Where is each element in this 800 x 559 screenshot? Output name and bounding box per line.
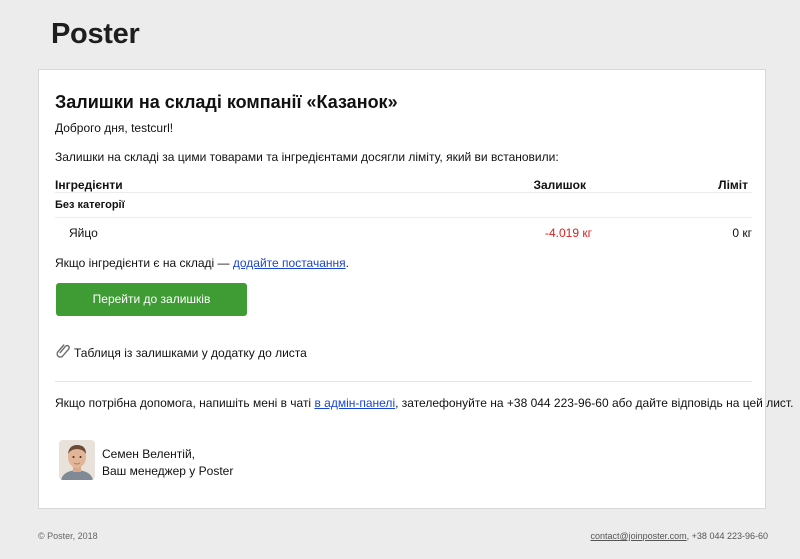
category-row: Без категорії <box>55 193 752 218</box>
email-card: Залишки на складі компанії «Казанок» Доб… <box>38 69 793 509</box>
manager-avatar <box>59 440 95 480</box>
contact-phone: , +38 044 223-96-60 <box>686 531 768 541</box>
stock-table: Інгредієнти Залишок Ліміт Без категорії … <box>55 174 752 244</box>
supply-text: Якщо інгредієнти є на складі — <box>55 256 233 270</box>
help-text: Якщо потрібна допомога, напишіть мені в … <box>55 396 315 410</box>
go-to-stock-button[interactable]: Перейти до залишків <box>56 283 247 316</box>
greeting-text: Доброго дня, testcurl! <box>55 121 174 135</box>
table-header-row: Інгредієнти Залишок Ліміт <box>55 174 752 193</box>
poster-logo: Poster <box>51 18 140 50</box>
attachment-text: Таблиця із залишками у додатку до листа <box>74 346 307 360</box>
help-note: Якщо потрібна допомога, напишіть мені в … <box>55 396 793 410</box>
contact-email-link[interactable]: contact@joinposter.com <box>590 531 686 541</box>
manager-name: Семен Велентій, <box>102 447 196 461</box>
category-label: Без категорії <box>55 199 125 211</box>
table-row: Яйцо -4.019 кг 0 кг <box>55 218 752 244</box>
row-stock-value: -4.019 кг <box>545 226 592 240</box>
header-stock: Залишок <box>533 178 586 192</box>
header-ingredients: Інгредієнти <box>55 178 123 192</box>
header-limit: Ліміт <box>718 178 748 192</box>
supply-text-end: . <box>345 256 349 270</box>
footer-copyright: © Poster, 2018 <box>38 531 98 541</box>
paperclip-icon <box>56 344 70 358</box>
admin-panel-link[interactable]: в адмін-панелі <box>314 396 395 410</box>
manager-role: Ваш менеджер у Poster <box>102 464 234 478</box>
row-ingredient-name: Яйцо <box>69 226 98 240</box>
footer-contact: contact@joinposter.com, +38 044 223-96-6… <box>590 531 768 541</box>
divider <box>55 381 752 382</box>
email-title: Залишки на складі компанії «Казанок» <box>55 92 398 112</box>
intro-text: Залишки на складі за цими товарами та ін… <box>55 150 559 164</box>
supply-note: Якщо інгредієнти є на складі — додайте п… <box>55 256 349 270</box>
row-limit-value: 0 кг <box>732 226 752 240</box>
help-text-end: , зателефонуйте на +38 044 223-96-60 або… <box>395 396 794 410</box>
attachment-note: Таблиця із залишками у додатку до листа <box>55 344 307 360</box>
add-supply-link[interactable]: додайте постачання <box>233 256 346 270</box>
